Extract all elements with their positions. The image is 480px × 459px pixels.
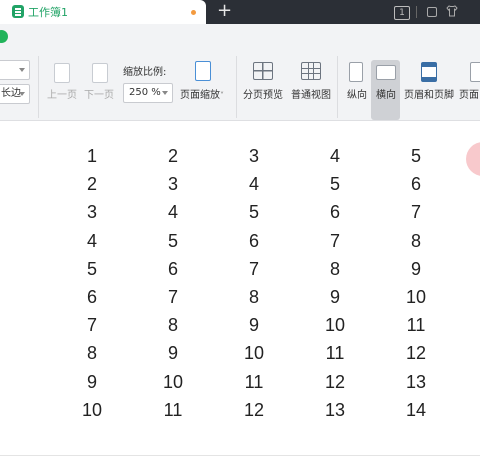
table-cell[interactable]: 10 <box>386 287 446 308</box>
print-direction-value: 长边 <box>1 88 21 99</box>
header-footer-icon <box>421 62 437 82</box>
document-icon[interactable] <box>427 7 437 17</box>
table-cell[interactable]: 11 <box>386 315 446 336</box>
normal-view-button[interactable]: 普通视图 <box>291 86 331 101</box>
next-page-icon <box>92 63 108 83</box>
app-status-dot <box>0 30 8 43</box>
table-cell[interactable]: 9 <box>143 343 203 364</box>
shirt-icon[interactable] <box>446 5 458 17</box>
table-cell[interactable]: 12 <box>386 343 446 364</box>
table-cell[interactable]: 5 <box>224 202 284 223</box>
tab-title: 工作簿1 <box>28 6 68 19</box>
table-cell[interactable]: 6 <box>305 202 365 223</box>
chevron-down-icon <box>19 92 25 96</box>
table-cell[interactable]: 12 <box>305 372 365 393</box>
table-cell[interactable]: 2 <box>143 146 203 167</box>
table-cell[interactable]: 9 <box>386 259 446 280</box>
table-cell[interactable]: 11 <box>224 372 284 393</box>
page-setup-icon <box>470 62 480 82</box>
table-cell[interactable]: 6 <box>62 287 122 308</box>
previous-page-button[interactable]: 上一页 <box>47 86 77 101</box>
table-cell[interactable]: 2 <box>62 174 122 195</box>
table-cell[interactable]: 8 <box>143 315 203 336</box>
table-cell[interactable]: 7 <box>224 259 284 280</box>
landscape-button[interactable]: 横向 <box>376 86 396 101</box>
table-cell[interactable]: 8 <box>305 259 365 280</box>
table-cell[interactable]: 6 <box>386 174 446 195</box>
table-cell[interactable]: 4 <box>224 174 284 195</box>
page-layout-ribbon: 长边 上一页 下一页 缩放比例: 250 % 页面缩放˅ 分页预览 普通视图 纵… <box>0 24 480 121</box>
table-cell[interactable]: 11 <box>305 343 365 364</box>
table-cell[interactable]: 8 <box>386 231 446 252</box>
portrait-button[interactable]: 纵向 <box>347 86 367 101</box>
table-cell[interactable]: 7 <box>62 315 122 336</box>
ribbon-divider <box>236 56 237 118</box>
page-break-preview-icon <box>253 62 273 80</box>
header-footer-button[interactable]: 页眉和页脚 <box>404 86 454 101</box>
table-cell[interactable]: 10 <box>224 343 284 364</box>
table-cell[interactable]: 3 <box>143 174 203 195</box>
table-cell[interactable]: 7 <box>143 287 203 308</box>
table-cell[interactable]: 4 <box>62 231 122 252</box>
sheet-bottom-border <box>0 455 480 456</box>
table-cell[interactable]: 10 <box>62 400 122 421</box>
table-cell[interactable]: 5 <box>386 146 446 167</box>
zoom-label: 缩放比例: <box>123 67 167 78</box>
unsaved-indicator-dot <box>191 10 196 15</box>
table-cell[interactable]: 13 <box>386 372 446 393</box>
page-setup-button[interactable]: 页面 <box>459 86 479 101</box>
previous-page-icon <box>54 63 70 83</box>
title-bar: 工作簿1 + 1 <box>0 0 480 24</box>
page-break-preview-button[interactable]: 分页预览 <box>243 86 283 101</box>
table-cell[interactable]: 5 <box>305 174 365 195</box>
table-cell[interactable]: 12 <box>224 400 284 421</box>
table-cell[interactable]: 9 <box>62 372 122 393</box>
table-cell[interactable]: 4 <box>143 202 203 223</box>
table-cell[interactable]: 1 <box>62 146 122 167</box>
table-cell[interactable]: 8 <box>62 343 122 364</box>
normal-view-icon <box>301 62 321 80</box>
chevron-down-icon <box>19 68 25 72</box>
table-cell[interactable]: 9 <box>305 287 365 308</box>
ribbon-divider <box>38 56 39 118</box>
page-zoom-button[interactable]: 页面缩放˅ <box>180 86 224 101</box>
print-direction-dropdown[interactable]: 长边 <box>0 84 30 104</box>
table-cell[interactable]: 10 <box>143 372 203 393</box>
zoom-dropdown[interactable]: 250 % <box>123 83 173 103</box>
table-cell[interactable]: 6 <box>143 259 203 280</box>
table-cell[interactable]: 11 <box>143 400 203 421</box>
table-cell[interactable]: 7 <box>305 231 365 252</box>
table-cell[interactable]: 4 <box>305 146 365 167</box>
table-cell[interactable]: 6 <box>224 231 284 252</box>
ribbon-divider <box>337 56 338 118</box>
table-cell[interactable]: 3 <box>62 202 122 223</box>
table-cell[interactable]: 9 <box>224 315 284 336</box>
new-tab-button[interactable]: + <box>217 0 232 22</box>
next-page-button[interactable]: 下一页 <box>84 86 114 101</box>
table-cell[interactable]: 8 <box>224 287 284 308</box>
table-cell[interactable]: 5 <box>143 231 203 252</box>
table-cell[interactable]: 14 <box>386 400 446 421</box>
portrait-icon <box>349 62 363 82</box>
chevron-down-icon <box>162 91 168 95</box>
page-zoom-icon <box>195 61 211 81</box>
spreadsheet-icon <box>12 5 24 18</box>
titlebar-divider <box>416 6 417 18</box>
table-cell[interactable]: 3 <box>224 146 284 167</box>
table-cell[interactable]: 10 <box>305 315 365 336</box>
landscape-icon <box>376 65 396 80</box>
table-cell[interactable]: 7 <box>386 202 446 223</box>
workbook-tab[interactable]: 工作簿1 <box>0 0 206 24</box>
zoom-value: 250 % <box>129 87 161 98</box>
table-cell[interactable]: 13 <box>305 400 365 421</box>
paper-size-dropdown[interactable] <box>0 60 30 80</box>
window-count-badge[interactable]: 1 <box>394 6 410 20</box>
table-cell[interactable]: 5 <box>62 259 122 280</box>
